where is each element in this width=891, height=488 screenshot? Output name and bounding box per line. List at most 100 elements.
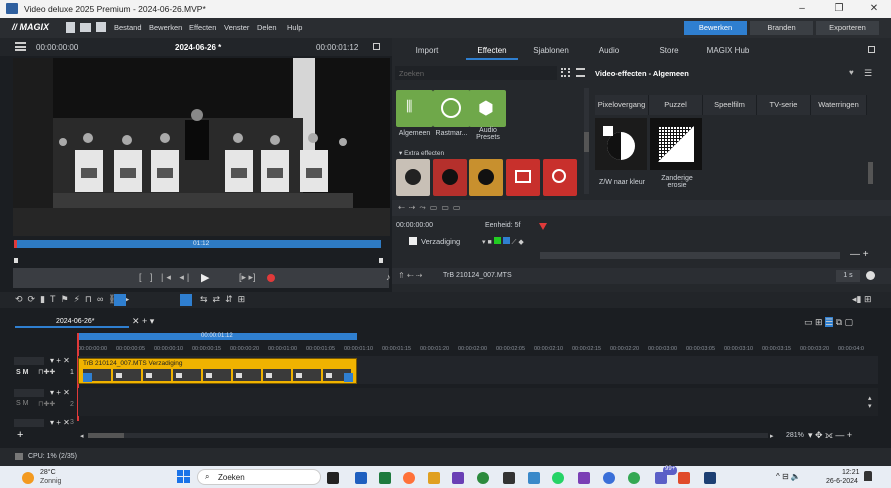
menu-hulp[interactable]: Hulp <box>287 23 302 32</box>
audio-presets-tile[interactable]: ⬢ <box>469 90 506 127</box>
weather-desc[interactable]: Zonnig <box>40 478 61 485</box>
play-icon[interactable]: ▶ <box>201 271 209 284</box>
tab-import[interactable]: Import <box>407 46 447 55</box>
extra-effects-section[interactable]: ▾ Extra effecten <box>399 149 444 157</box>
clip-nav-arrows[interactable]: ⇑ ⇠ ⇢ <box>398 271 423 280</box>
zw-naar-kleur-tile[interactable] <box>595 118 647 170</box>
firefox-icon[interactable] <box>403 472 415 484</box>
track-3-name-field[interactable] <box>14 419 44 427</box>
view-icons[interactable]: ▭ ⊞ ☰ ⧉ ▢ <box>804 317 853 328</box>
clip-handle-left[interactable] <box>83 373 92 382</box>
minimize-button[interactable]: – <box>787 1 817 17</box>
menu-bestand[interactable]: Bestand <box>114 23 142 32</box>
extra-effect-3[interactable] <box>469 159 503 196</box>
menu-bewerken[interactable]: Bewerken <box>149 23 182 32</box>
tab-sjablonen[interactable]: Sjablonen <box>530 46 572 55</box>
extra-effect-4[interactable] <box>506 159 540 196</box>
track-1-name-field[interactable] <box>14 357 44 365</box>
scroll-left-icon[interactable]: ◂ <box>80 432 84 440</box>
zanderige-erosie-tile[interactable] <box>650 118 702 170</box>
extra-effect-5[interactable] <box>543 159 577 196</box>
transition-speelfilm[interactable]: Speelfilm <box>703 95 757 115</box>
app-icon-violet[interactable] <box>578 472 590 484</box>
add-track-button[interactable]: + <box>17 429 23 441</box>
transition-tv-serie[interactable]: TV-serie <box>757 95 811 115</box>
track-1-icons[interactable]: ⊓✚✚ <box>38 368 55 376</box>
taskbar-search[interactable]: ⌕ Zoeken <box>197 469 321 485</box>
magix-taskbar-icon[interactable] <box>704 472 716 484</box>
chrome-icon[interactable] <box>628 472 640 484</box>
clock-icon[interactable] <box>866 271 875 280</box>
verzadiging-checkbox[interactable] <box>409 237 417 245</box>
menu-delen[interactable]: Delen <box>257 23 277 32</box>
keyframe-tools-icons[interactable]: ⇠⇢⤳▭▭▭ <box>398 203 464 213</box>
taskview-icon[interactable] <box>327 472 339 484</box>
tab-magix-hub[interactable]: MAGIX Hub <box>700 46 756 55</box>
mode-branden-button[interactable]: Branden <box>750 21 813 35</box>
track-2-name-field[interactable] <box>14 389 44 397</box>
new-file-icon[interactable] <box>66 22 75 33</box>
open-folder-icon[interactable] <box>80 23 91 32</box>
track-1-controls[interactable]: ▾ + ✕ <box>50 356 70 365</box>
volume-icon[interactable]: ♪ <box>386 272 391 282</box>
close-button[interactable]: ✕ <box>859 1 889 17</box>
rastmar-tile[interactable] <box>433 90 470 127</box>
effects-search-input[interactable]: Zoeken <box>395 66 557 80</box>
mode-bewerken-button[interactable]: Bewerken <box>684 21 747 35</box>
toolbar-right-icons[interactable]: ◂▮ ⊞ <box>852 294 872 305</box>
track-2-icons[interactable]: ⊓✚✚ <box>38 400 55 408</box>
menu-effecten[interactable]: Effecten <box>189 23 216 32</box>
transitions-scrollbar[interactable] <box>868 162 873 184</box>
tab-audio[interactable]: Audio <box>591 46 627 55</box>
app-icon-blue2[interactable] <box>603 472 615 484</box>
track-lane-2[interactable] <box>78 388 878 416</box>
taskbar-date[interactable]: 26-6-2024 <box>826 478 858 485</box>
whatsapp-icon[interactable] <box>552 472 564 484</box>
transition-waterringen[interactable]: Waterringen <box>811 95 867 115</box>
video-clip[interactable]: TrB 210124_007.MTS Verzadiging <box>78 358 357 384</box>
favorite-icon[interactable]: ♥ <box>849 68 854 77</box>
panel-maximize-icon[interactable] <box>868 46 875 53</box>
zoom-select[interactable]: 1 s <box>836 270 860 282</box>
menu-icon[interactable]: ☰ <box>864 68 872 79</box>
word-icon[interactable] <box>355 472 367 484</box>
track-1-solo-mute[interactable]: S M <box>16 369 28 376</box>
effects-scrollbar[interactable] <box>584 88 589 194</box>
extra-effect-1[interactable] <box>396 159 430 196</box>
menu-venster[interactable]: Venster <box>224 23 249 32</box>
vertical-scroll-arrows[interactable]: ▴ ▾ <box>868 394 872 410</box>
folder-icon[interactable] <box>428 472 440 484</box>
tab-close-add[interactable]: ✕ + ▾ <box>132 316 154 327</box>
preview-playhead[interactable] <box>14 240 17 248</box>
timeline-zoom-controls[interactable]: ▾ ✥ ⟗ — + <box>808 430 852 441</box>
track-2-controls[interactable]: ▾ + ✕ <box>50 388 70 397</box>
extra-effect-2[interactable] <box>433 159 467 196</box>
windows-start-icon[interactable] <box>177 470 191 484</box>
maximize-button[interactable]: ❐ <box>824 1 854 17</box>
weather-temp[interactable]: 28°C <box>40 469 56 476</box>
step-icons[interactable]: [▸ ▸] <box>239 272 256 283</box>
transition-puzzel[interactable]: Puzzel <box>649 95 703 115</box>
grid-view-icon[interactable] <box>561 68 570 77</box>
notification-bell-icon[interactable] <box>864 471 872 481</box>
app-icon-blue[interactable] <box>528 472 540 484</box>
track-3-controls[interactable]: ▾ + ✕ <box>50 418 70 427</box>
tray-icons[interactable]: ^ ⊟ 🔈 <box>776 472 801 481</box>
algemeen-tile[interactable]: ⫼ <box>396 90 433 127</box>
tab-effecten[interactable]: Effecten <box>466 46 518 55</box>
app-icon-dark[interactable] <box>503 472 515 484</box>
clip-handle-right[interactable] <box>344 373 353 382</box>
app-icon-red[interactable] <box>678 472 690 484</box>
keyframe-controls[interactable]: ▾ ■ ⟋ ◆ <box>482 237 524 247</box>
mode-exporteren-button[interactable]: Exporteren <box>816 21 879 35</box>
timeline-ruler[interactable]: 00:00:00:00 00:00:00:05 00:00:00:10 00:00:0… <box>78 346 878 354</box>
timeline-tab[interactable]: 2024-06-26* <box>56 318 95 325</box>
mode-tools[interactable]: ⇆⇄⇵⊞ <box>200 294 250 305</box>
keyframe-scroll-track[interactable] <box>540 252 840 259</box>
app-icon-green[interactable] <box>477 472 489 484</box>
keyframe-playhead[interactable] <box>539 223 547 230</box>
timeline-scrollbar[interactable] <box>88 433 768 438</box>
excel-icon[interactable] <box>379 472 391 484</box>
magnet-tool-active[interactable] <box>114 294 126 306</box>
app-icon-purple[interactable] <box>452 472 464 484</box>
